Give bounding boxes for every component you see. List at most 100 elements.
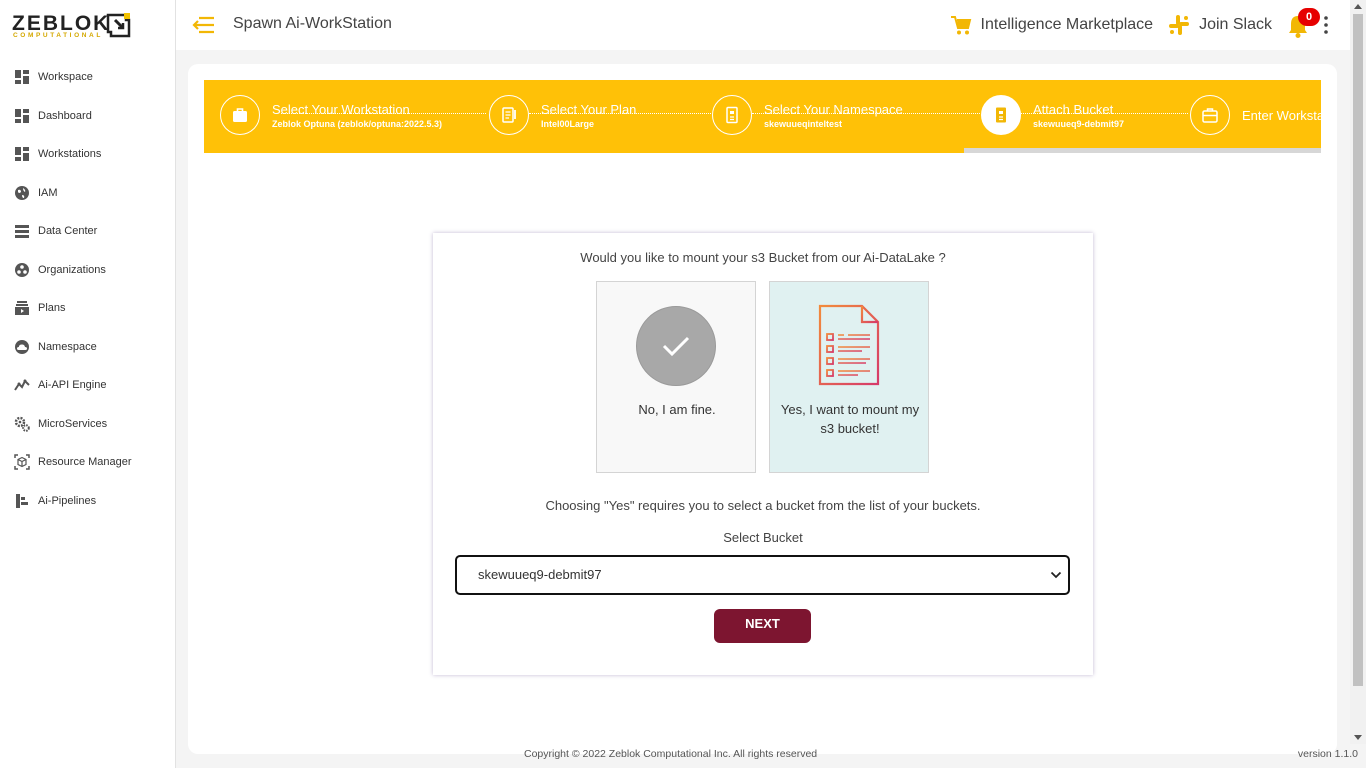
cube-icon	[14, 454, 30, 470]
page-title: Spawn Ai-WorkStation	[233, 15, 392, 32]
grid-icon	[15, 108, 29, 123]
step-title: Attach Bucket	[1033, 101, 1114, 117]
selected-bucket-value: skewuueq9-debmit97	[478, 567, 602, 582]
chevron-down-icon	[1050, 571, 1062, 579]
join-slack-link[interactable]: Join Slack	[1167, 13, 1272, 37]
attach-bucket-card: Would you like to mount your s3 Bucket f…	[433, 233, 1093, 675]
app-version: version 1.1.0	[1297, 748, 1358, 760]
step-subtitle: Zeblok Optuna (zeblok/optuna:2022.5.3)	[272, 118, 443, 129]
plans-icon	[15, 301, 29, 316]
grid-icon	[15, 70, 29, 85]
step-circle	[1190, 95, 1230, 135]
top-bar: Spawn Ai-WorkStation Intelligence Market…	[176, 0, 1350, 50]
cloud-icon	[15, 339, 29, 354]
briefcase-icon	[233, 108, 247, 122]
more-options-icon[interactable]	[1322, 15, 1330, 35]
sidebar-item-plans[interactable]: Plans	[0, 289, 175, 328]
intelligence-marketplace-link[interactable]: Intelligence Marketplace	[949, 13, 1154, 37]
step-title: Select Your Workstation	[272, 101, 410, 117]
step-circle	[712, 95, 752, 135]
step-select-workstation[interactable]: Select Your Workstation Zeblok Optuna (z…	[220, 80, 442, 150]
next-button[interactable]: NEXT	[714, 609, 811, 643]
logo-tagline: COMPUTATIONAL	[13, 32, 103, 39]
step-select-namespace[interactable]: Select Your Namespace skewuueqinteltest	[712, 80, 903, 150]
workstation-stepper: Select Your Workstation Zeblok Optuna (z…	[204, 80, 1321, 150]
select-bucket-label: Select Bucket	[723, 530, 803, 545]
mount-bucket-question: Would you like to mount your s3 Bucket f…	[580, 250, 946, 265]
grid-icon	[15, 147, 29, 162]
sidebar-item-dashboard[interactable]: Dashboard	[0, 97, 175, 136]
sidebar-item-workstations[interactable]: Workstations	[0, 135, 175, 174]
plan-doc-icon	[502, 107, 516, 123]
scroll-down-arrow-icon[interactable]	[1354, 735, 1362, 740]
sidebar-item-data-center[interactable]: Data Center	[0, 212, 175, 251]
stepper-progress-track	[204, 148, 1321, 153]
workstation-bag-icon	[1202, 108, 1218, 123]
sidebar-item-resource-manager[interactable]: Resource Manager	[0, 443, 175, 482]
notifications-button[interactable]: 0	[1286, 8, 1320, 39]
option-no-bucket[interactable]: No, I am fine.	[596, 281, 756, 473]
sidebar-item-label: Dashboard	[38, 109, 92, 122]
step-circle	[489, 95, 529, 135]
step-title: Select Your Plan	[541, 101, 637, 117]
chart-line-icon	[14, 379, 30, 391]
sidebar-item-label: Ai-API Engine	[38, 379, 107, 392]
sidebar-item-label: MicroServices	[38, 417, 108, 430]
sidebar-nav: Workspace Dashboard Workstations IAM Dat…	[0, 58, 175, 520]
globe-icon	[15, 185, 29, 200]
cart-icon	[950, 16, 971, 35]
bucket-icon	[996, 107, 1006, 123]
step-attach-bucket[interactable]: Attach Bucket skewuueq9-debmit97	[981, 80, 1124, 150]
checkmark-icon	[636, 306, 716, 386]
step-enter-workstation[interactable]: Enter Workstation	[1190, 80, 1321, 150]
sidebar-item-organizations[interactable]: Organizations	[0, 251, 175, 290]
sidebar-item-ai-pipelines[interactable]: Ai-Pipelines	[0, 482, 175, 521]
sidebar-item-label: Resource Manager	[38, 456, 132, 469]
step-subtitle: skewuueqinteltest	[764, 118, 843, 129]
sidebar-item-namespace[interactable]: Namespace	[0, 328, 175, 367]
scroll-thumb[interactable]	[1353, 14, 1363, 686]
step-title: Select Your Namespace	[764, 101, 903, 117]
sidebar-item-label: Workspace	[38, 71, 93, 84]
bucket-select[interactable]: skewuueq9-debmit97	[455, 555, 1070, 595]
sidebar-item-label: Ai-Pipelines	[38, 494, 97, 507]
sidebar-item-microservices[interactable]: MicroServices	[0, 405, 175, 444]
step-circle	[220, 95, 260, 135]
sidebar-item-label: Data Center	[38, 225, 98, 238]
bucket-requirement-note: Choosing "Yes" requires you to select a …	[545, 498, 981, 513]
gears-icon	[14, 416, 30, 432]
notification-badge: 0	[1298, 8, 1320, 26]
slack-label: Join Slack	[1199, 16, 1272, 33]
scroll-up-arrow-icon[interactable]	[1354, 4, 1362, 9]
zeblok-logo[interactable]: ZEBLOK COMPUTATIONAL	[12, 10, 136, 44]
step-subtitle: skewuueq9-debmit97	[1033, 118, 1125, 129]
organization-icon	[15, 262, 29, 277]
option-yes-label: Yes, I want to mount my s3 bucket!	[780, 402, 920, 436]
sidebar-item-label: Plans	[38, 302, 66, 315]
option-no-label: No, I am fine.	[638, 402, 716, 417]
step-select-plan[interactable]: Select Your Plan Intel00Large	[489, 80, 636, 150]
step-subtitle: Intel00Large	[541, 118, 595, 129]
logo-mark-icon	[106, 13, 131, 38]
sidebar-item-label: IAM	[38, 186, 58, 199]
sidebar-item-ai-api-engine[interactable]: Ai-API Engine	[0, 366, 175, 405]
sidebar-item-iam[interactable]: IAM	[0, 174, 175, 213]
stepper-progress-fill	[204, 148, 964, 153]
footer-copyright: Copyright © 2022 Zeblok Computational In…	[524, 748, 818, 760]
checklist-document-icon	[818, 304, 880, 386]
namespace-icon	[726, 106, 738, 124]
sidebar-item-label: Organizations	[38, 263, 106, 276]
sidebar-item-label: Workstations	[38, 148, 102, 161]
sidebar: ZEBLOK COMPUTATIONAL Workspace Dashboard…	[0, 0, 176, 768]
slack-icon	[1169, 15, 1190, 35]
step-title: Enter Workstation	[1242, 107, 1321, 123]
top-bar-actions: Intelligence Marketplace Join Slack 0	[949, 0, 1350, 50]
marketplace-label: Intelligence Marketplace	[980, 16, 1154, 33]
page-scrollbar[interactable]	[1350, 0, 1366, 744]
sidebar-item-workspace[interactable]: Workspace	[0, 58, 175, 97]
menu-collapse-icon[interactable]	[192, 13, 216, 37]
option-mount-bucket[interactable]: Yes, I want to mount my s3 bucket!	[769, 281, 929, 473]
server-icon	[15, 225, 29, 239]
sidebar-item-label: Namespace	[38, 340, 97, 353]
step-circle-active	[981, 95, 1021, 135]
